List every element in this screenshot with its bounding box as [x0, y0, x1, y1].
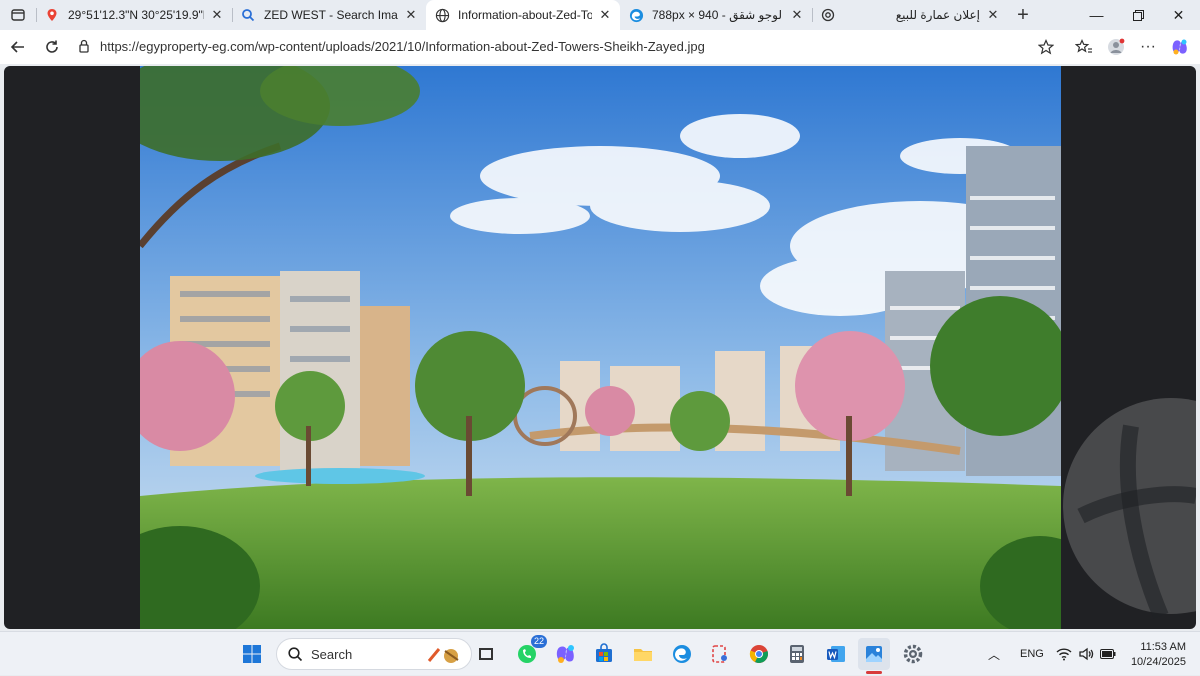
microsoft-store-button[interactable]: [588, 638, 620, 670]
plus-icon: +: [1017, 3, 1029, 26]
photos-icon: [866, 646, 882, 662]
settings-button[interactable]: [897, 638, 929, 670]
tab-label: Information-about-Zed-Towers: [458, 8, 592, 22]
gear-icon: [903, 644, 923, 664]
task-view-icon: [479, 648, 493, 660]
minimize-button[interactable]: —: [1074, 0, 1119, 30]
chrome-icon: [749, 645, 768, 663]
restore-button[interactable]: [1116, 0, 1161, 30]
profile-avatar-icon: [1108, 38, 1125, 55]
copilot-icon: [556, 645, 574, 663]
search-highlight-icon: [427, 648, 459, 663]
network-button[interactable]: [1056, 632, 1072, 676]
wifi-icon: [1056, 648, 1072, 661]
taskbar-search-box[interactable]: Search: [276, 638, 472, 670]
new-tab-button[interactable]: +: [1008, 0, 1038, 30]
search-icon: [288, 647, 303, 662]
maps-pin-icon: [44, 7, 60, 23]
chrome-button[interactable]: [743, 638, 775, 670]
word-button[interactable]: [820, 638, 852, 670]
clock-date: 10/24/2025: [1130, 656, 1186, 668]
tab-maps[interactable]: 29°51'12.3"N 30°25'19.9"E الط ✕: [36, 0, 232, 30]
tab-actions-icon: [11, 9, 25, 21]
refresh-button[interactable]: [36, 31, 68, 63]
close-icon[interactable]: ✕: [986, 7, 1000, 23]
start-button[interactable]: [236, 638, 268, 670]
zed-towers-rendering-image: [140, 66, 1061, 629]
clock-time: 11:53 AM: [1140, 641, 1186, 653]
more-dots-icon: ···: [1140, 38, 1156, 55]
back-button[interactable]: [2, 31, 34, 63]
edge-button[interactable]: [666, 638, 698, 670]
favorite-button[interactable]: [1030, 31, 1062, 63]
globe-icon: [434, 7, 450, 23]
watermark-globe-icon: [1063, 398, 1196, 620]
store-bag-icon: [596, 643, 612, 662]
close-window-button[interactable]: ✕: [1156, 0, 1200, 30]
volume-button[interactable]: [1078, 632, 1094, 676]
whatsapp-button[interactable]: 22: [511, 635, 547, 670]
address-bar-url[interactable]: https://egyproperty-eg.com/wp-content/up…: [100, 30, 705, 64]
close-icon[interactable]: ✕: [790, 7, 804, 23]
tab-label: 788px × 940 - لوجو شقق: [652, 8, 783, 22]
tab-label: 29°51'12.3"N 30°25'19.9"E الط: [68, 8, 204, 22]
chevron-up-icon: ︿: [988, 647, 1001, 662]
battery-button[interactable]: [1100, 632, 1116, 676]
edge-icon: [628, 7, 644, 23]
tab-building-for-sale[interactable]: إعلان عمارة للبيع ✕: [812, 0, 1008, 30]
copilot-button[interactable]: [1164, 31, 1196, 63]
favorites-button[interactable]: [1068, 31, 1100, 63]
calculator-icon: [790, 645, 804, 663]
speaker-icon: [1079, 647, 1094, 661]
language-label: ENG: [1020, 648, 1044, 660]
close-icon: ✕: [1172, 6, 1185, 23]
word-icon: [827, 646, 845, 662]
tab-logo-apartments[interactable]: 788px × 940 - لوجو شقق ✕: [620, 0, 812, 30]
settings-more-button[interactable]: ···: [1132, 31, 1164, 63]
file-explorer-button[interactable]: [627, 638, 659, 670]
windows-taskbar: Search 22 ︿ ENG 11:53 AM 10/24/2025: [0, 631, 1200, 675]
navigation-bar: https://egyproperty-eg.com/wp-content/up…: [0, 30, 1200, 64]
favorites-star-list-icon: [1075, 39, 1092, 53]
back-arrow-icon: [10, 41, 24, 53]
snipping-tool-button[interactable]: [704, 638, 736, 670]
task-view-button[interactable]: [470, 638, 502, 670]
close-icon[interactable]: ✕: [404, 7, 418, 23]
copilot-icon: [1172, 39, 1187, 55]
tab-strip: 29°51'12.3"N 30°25'19.9"E الط ✕ ZED WEST…: [0, 0, 1200, 30]
close-icon[interactable]: ✕: [598, 7, 612, 23]
star-icon: [1038, 39, 1054, 55]
active-app-indicator: [866, 671, 882, 674]
minimize-icon: —: [1089, 7, 1104, 23]
language-indicator[interactable]: ENG: [1020, 632, 1044, 676]
chatgpt-icon: [820, 7, 836, 23]
refresh-icon: [46, 40, 58, 53]
close-icon[interactable]: ✕: [210, 7, 224, 23]
profile-button[interactable]: [1100, 31, 1132, 63]
tab-information-zed-towers[interactable]: Information-about-Zed-Towers ✕: [426, 0, 620, 30]
folder-icon: [634, 649, 652, 661]
show-hidden-icons-button[interactable]: ︿: [988, 632, 1000, 676]
zed-towers-rendering-drawing: [140, 66, 1061, 629]
tab-zed-west-search[interactable]: ZED WEST - Search Images ✕: [232, 0, 426, 30]
photos-button[interactable]: [858, 638, 890, 674]
search-icon: [240, 7, 256, 23]
taskbar-clock[interactable]: 11:53 AM 10/24/2025: [1131, 640, 1186, 670]
edge-icon: [673, 645, 691, 663]
tab-label: ZED WEST - Search Images: [264, 8, 398, 22]
browser-viewport: [4, 66, 1196, 629]
calculator-button[interactable]: [781, 638, 813, 670]
snipping-tool-icon: [712, 645, 727, 663]
site-info-icon[interactable]: [77, 39, 91, 58]
tab-label: إعلان عمارة للبيع: [895, 8, 980, 22]
restore-icon: [1133, 9, 1144, 21]
search-placeholder: Search: [311, 646, 353, 662]
tab-actions-button[interactable]: [0, 0, 36, 30]
notification-badge: 22: [530, 635, 547, 648]
windows-logo-icon: [243, 645, 261, 663]
copilot-app-button[interactable]: [550, 638, 582, 670]
battery-icon: [1100, 649, 1116, 659]
